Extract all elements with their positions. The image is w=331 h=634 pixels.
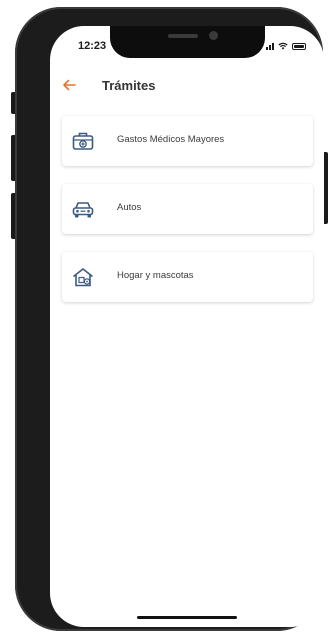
screen: 12:23 Trámites Gastos Médicos Mayores Au… <box>50 26 324 627</box>
speaker <box>168 34 198 38</box>
phone-frame: 12:23 Trámites Gastos Médicos Mayores Au… <box>15 7 324 631</box>
page: 12:23 Trámites Gastos Médicos Mayores Au… <box>0 0 331 634</box>
tramite-card-gastos-medicos[interactable]: Gastos Médicos Mayores <box>62 116 313 166</box>
home-indicator[interactable] <box>137 616 237 619</box>
front-camera <box>209 31 218 40</box>
tramite-card-autos[interactable]: Autos <box>62 184 313 234</box>
tramite-card-hogar[interactable]: Hogar y mascotas <box>62 252 313 302</box>
page-title: Trámites <box>102 78 156 93</box>
card-label: Gastos Médicos Mayores <box>117 134 225 145</box>
card-label: Autos <box>117 202 142 213</box>
medical-kit-icon <box>72 132 94 150</box>
battery-icon <box>292 42 306 50</box>
wifi-icon <box>278 42 288 50</box>
arrow-left-icon[interactable] <box>62 79 76 91</box>
car-icon <box>72 202 94 218</box>
card-label: Hogar y mascotas <box>117 270 194 281</box>
status-time: 12:23 <box>78 40 107 52</box>
home-pet-icon <box>73 268 93 287</box>
notch <box>110 26 265 58</box>
signal-icon <box>266 42 274 50</box>
status-icons <box>266 42 306 50</box>
